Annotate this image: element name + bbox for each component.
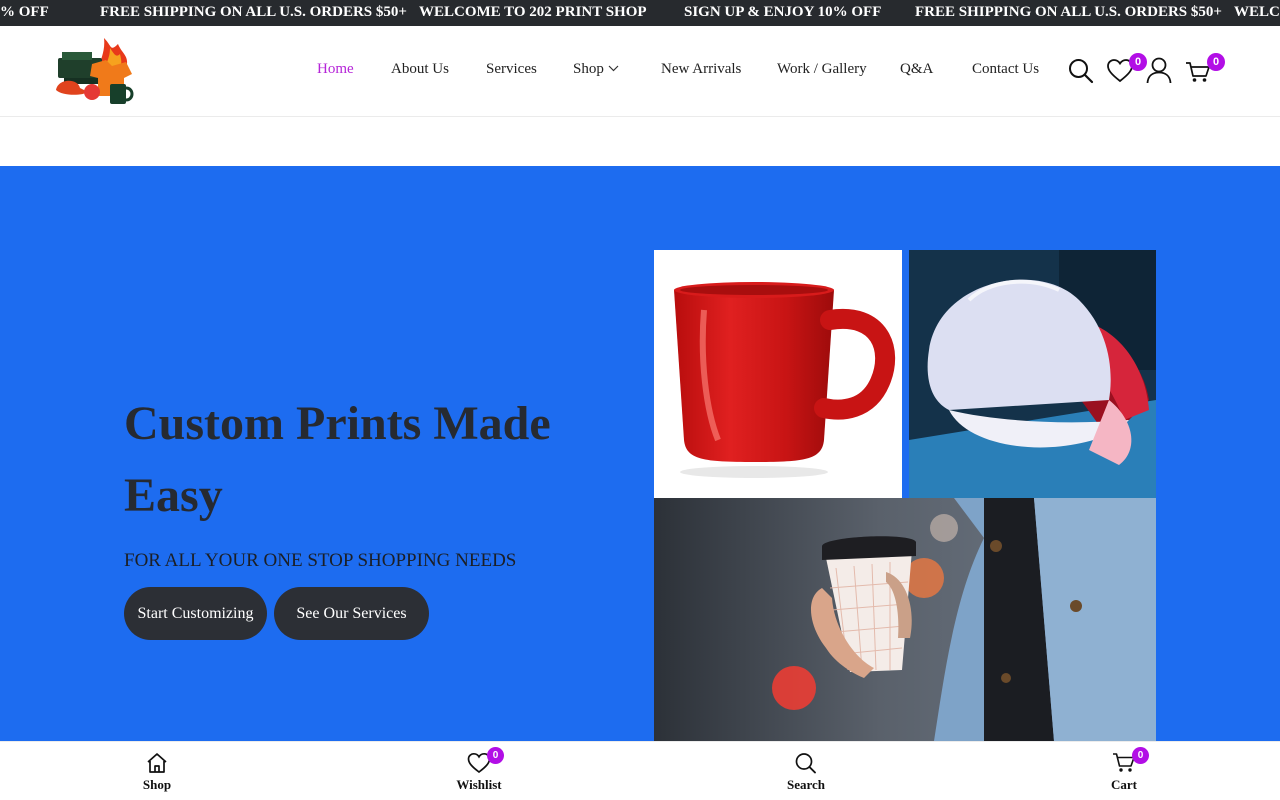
chevron-down-icon [608,65,619,71]
account-user-icon[interactable] [1146,57,1172,84]
nav-work-gallery[interactable]: Work / Gallery [777,61,867,78]
search-icon[interactable] [1068,58,1094,84]
hero-subtitle: FOR ALL YOUR ONE STOP SHOPPING NEEDS [124,550,517,571]
announcement-bar: % OFF FREE SHIPPING ON ALL U.S. ORDERS $… [0,0,1280,26]
announcement-message: WELCOME TO 202 PRINT SHOP [419,4,647,20]
nav-qa[interactable]: Q&A [900,61,933,78]
red-mug-image [654,250,902,498]
baseball-caps-image [909,250,1156,498]
wishlist-count-badge: 0 [1129,53,1147,71]
start-customizing-button[interactable]: Start Customizing [124,587,267,640]
see-our-services-button[interactable]: See Our Services [274,587,429,640]
bottom-tab-bar: Shop 0 Wishlist Search 0 Cart [0,741,1280,800]
announcement-message: % OFF [0,4,49,20]
announcement-message: FREE SHIPPING ON ALL U.S. ORDERS $50+ [915,4,1222,20]
coffee-cup-jacket-image [654,498,1156,741]
header-spacer [0,117,1280,166]
tab-search[interactable]: Search [756,742,856,800]
nav-home[interactable]: Home [317,61,354,78]
nav-shop-label: Shop [573,61,604,77]
nav-contact-us[interactable]: Contact Us [972,61,1039,78]
tab-cart[interactable]: 0 Cart [1074,742,1174,800]
home-icon [147,753,167,773]
tab-wishlist[interactable]: 0 Wishlist [429,742,529,800]
tab-search-label: Search [786,777,826,792]
tab-cart-label: Cart [1111,777,1137,792]
hero-title: Custom Prints Made Easy [124,397,551,522]
product-collage [654,250,1156,741]
nav-about-us[interactable]: About Us [391,61,449,78]
nav-shop[interactable]: Shop [573,61,619,78]
tab-shop[interactable]: Shop [107,742,207,800]
nav-new-arrivals[interactable]: New Arrivals [661,61,741,78]
cart-count-badge: 0 [1207,53,1225,71]
hero-section: Custom Prints Made Easy FOR ALL YOUR ONE… [0,166,1280,741]
tab-wishlist-label: Wishlist [456,777,502,792]
nav-services[interactable]: Services [486,61,537,78]
wishlist-tab-count-badge: 0 [487,747,504,764]
cart-tab-count-badge: 0 [1132,747,1149,764]
announcement-message: WELCO [1234,4,1280,20]
search-icon [795,753,816,774]
announcement-message: FREE SHIPPING ON ALL U.S. ORDERS $50+ [100,4,407,20]
tab-shop-label: Shop [142,777,172,792]
site-header: Home About Us Services Shop New Arrivals… [0,26,1280,117]
announcement-message: SIGN UP & ENJOY 10% OFF [684,4,882,20]
